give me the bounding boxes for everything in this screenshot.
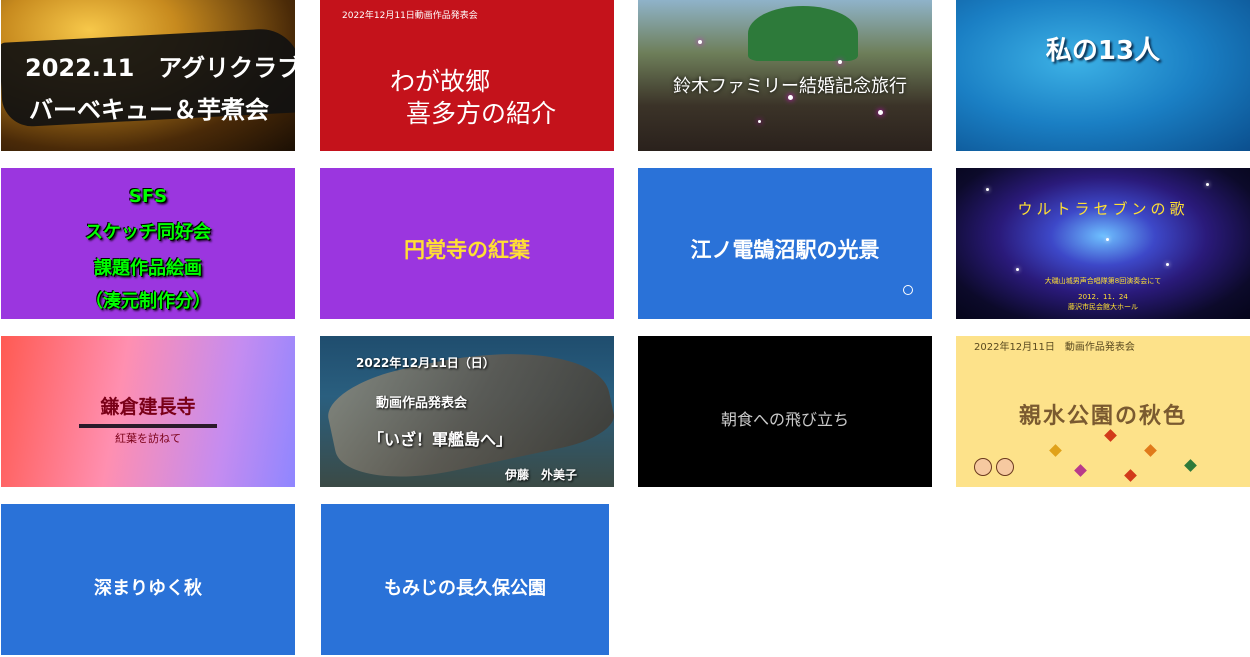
thumbnail-title-line: 動画作品発表会 — [376, 396, 468, 411]
divider — [79, 424, 217, 428]
thumbnail-title-line: （湊元制作分） — [85, 291, 211, 312]
thumbnail-author: 伊藤 外美子 — [505, 468, 578, 482]
maple-leaf-icon — [1184, 459, 1197, 472]
sparkle — [878, 110, 883, 115]
children-illustration — [972, 448, 1018, 484]
thumbnail-title-line: 深まりゆく秋 — [94, 578, 202, 599]
maple-leaf-icon — [1144, 444, 1157, 457]
thumbnail-title-line: バーベキュー＆芋煮会 — [29, 96, 269, 124]
maple-leaf-icon — [1074, 464, 1087, 477]
maple-leaf-icon — [1049, 444, 1062, 457]
christmas-tree-photo — [748, 6, 858, 61]
video-thumbnail-gunkanjima[interactable]: 2022年12月11日（日） 動画作品発表会 「いざ！軍艦島へ」 伊藤 外美子 — [320, 336, 614, 487]
thumbnail-title-line: 喜多方の紹介 — [406, 99, 557, 128]
circle-icon — [903, 285, 913, 295]
maple-leaf-icon — [1124, 469, 1137, 482]
thumbnail-subtitle-line: 藤沢市民会館大ホール — [1068, 303, 1138, 311]
thumbnail-title-line: 私の13人 — [1045, 36, 1161, 66]
thumbnail-title-line: 円覚寺の紅葉 — [404, 238, 530, 262]
thumbnail-title-line: 鎌倉建長寺 — [100, 396, 196, 418]
thumbnail-subtitle-line: 紅葉を訪ねて — [115, 432, 181, 445]
thumbnail-title-line: SFS — [128, 186, 168, 207]
star-icon — [1206, 183, 1209, 186]
video-thumbnail-deepening-autumn[interactable]: 深まりゆく秋 — [1, 504, 295, 655]
thumbnail-title-line: もみじの長久保公園 — [384, 578, 546, 599]
thumbnail-subtitle-line: 大磯山城男声合唱隊第8回演奏会にて — [1044, 277, 1162, 285]
video-thumbnail-ultraseven[interactable]: ウルトラセブンの歌 大磯山城男声合唱隊第8回演奏会にて 2012．11．24 藤… — [956, 168, 1250, 319]
video-thumbnail-suzuki-family[interactable]: 鈴木ファミリー結婚記念旅行 — [638, 0, 932, 151]
thumbnail-title-line: 2022年12月11日（日） — [356, 356, 495, 370]
thumbnail-title-line: 鈴木ファミリー結婚記念旅行 — [673, 76, 907, 97]
video-thumbnail-13-people[interactable]: 私の13人 — [956, 0, 1250, 151]
thumbnail-subtitle-line: 2012．11．24 — [1078, 293, 1128, 301]
star-icon — [1166, 263, 1169, 266]
star-icon — [986, 188, 989, 191]
video-thumbnail-engakuji[interactable]: 円覚寺の紅葉 — [320, 168, 614, 319]
thumbnail-title-line: 課題作品絵画 — [94, 258, 202, 279]
video-thumbnail-shinsui-park[interactable]: 2022年12月11日 動画作品発表会 親水公園の秋色 — [956, 336, 1250, 487]
sparkle — [698, 40, 702, 44]
thumbnail-header: 2022年12月11日動画作品発表会 — [342, 11, 478, 21]
sparkle — [758, 120, 761, 123]
star-icon — [1016, 268, 1019, 271]
thumbnail-title-line: 江ノ電鵠沼駅の光景 — [690, 238, 880, 262]
thumbnail-title-line: ウルトラセブンの歌 — [1017, 200, 1189, 218]
thumbnail-title-line: スケッチ同好会 — [85, 222, 211, 243]
thumbnail-header: 2022年12月11日 動画作品発表会 — [974, 342, 1135, 353]
maple-leaf-icon — [1104, 429, 1117, 442]
video-thumbnail-breakfast-flight[interactable]: 朝食への飛び立ち — [638, 336, 932, 487]
thumbnail-title-line: 朝食への飛び立ち — [720, 410, 849, 429]
video-thumbnail-kenchoji[interactable]: 鎌倉建長寺 紅葉を訪ねて — [1, 336, 295, 487]
thumbnail-title-line: 「いざ！軍艦島へ」 — [368, 430, 513, 449]
thumbnail-title-line: 親水公園の秋色 — [1018, 404, 1187, 429]
thumbnail-title-line: 2022.11 アグリクラブ — [25, 54, 295, 82]
video-thumbnail-enoden[interactable]: 江ノ電鵠沼駅の光景 — [638, 168, 932, 319]
video-thumbnail-agri-club[interactable]: 2022.11 アグリクラブ バーベキュー＆芋煮会 — [1, 0, 295, 151]
video-thumbnail-kitakata[interactable]: 2022年12月11日動画作品発表会 わが故郷 喜多方の紹介 — [320, 0, 614, 151]
star-icon — [1106, 238, 1109, 241]
sparkle — [838, 60, 842, 64]
video-thumbnail-sketch-club[interactable]: SFS スケッチ同好会 課題作品絵画 （湊元制作分） — [1, 168, 295, 319]
video-thumbnail-nagakubo-park[interactable]: もみじの長久保公園 — [321, 504, 609, 655]
thumbnail-title-line: わが故郷 — [390, 67, 491, 96]
